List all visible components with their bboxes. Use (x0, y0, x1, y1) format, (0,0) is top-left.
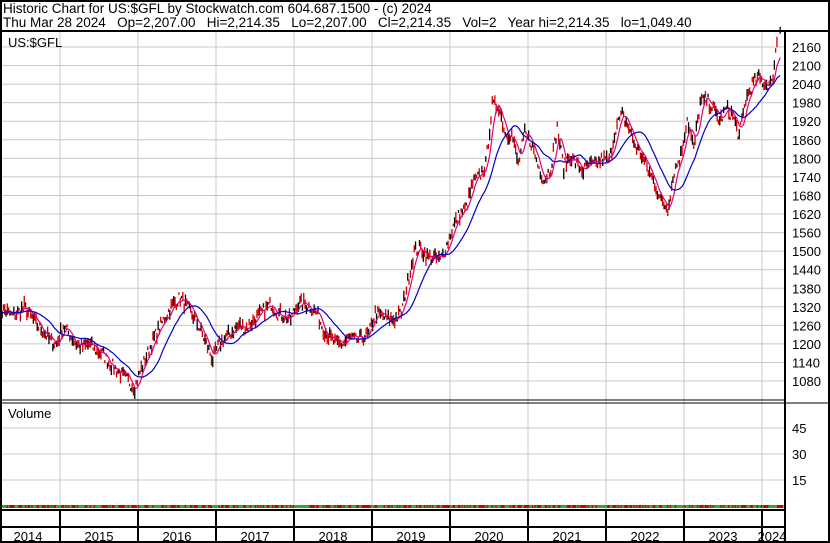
price-tick-label: 1140 (792, 355, 820, 370)
price-tick-label: 1560 (792, 226, 821, 241)
price-tick-label: 1620 (792, 207, 821, 222)
year-label: 2014 (14, 529, 43, 543)
price-tick-label: 1080 (792, 374, 821, 389)
volume-tick-label: 45 (792, 421, 806, 436)
year-label: 2018 (319, 529, 348, 543)
price-tick-label: 1380 (792, 281, 821, 296)
year-label: 2020 (475, 529, 504, 543)
year-label: 2023 (709, 529, 738, 543)
price-chart: 1080 1140 1200 1260 1320 1380 1440 1500 1560 1620… (0, 0, 830, 543)
volume-tick-label: 30 (792, 447, 806, 462)
price-tick-label: 1440 (792, 263, 821, 278)
price-tick-label: 2160 (792, 40, 821, 55)
year-label: 2022 (631, 529, 660, 543)
year-label: 2024 (758, 529, 787, 543)
price-tick-label: 1260 (792, 318, 821, 333)
price-tick-label: 2040 (792, 77, 821, 92)
volume-tick-label: 15 (792, 473, 806, 488)
volume-bar (776, 505, 784, 508)
price-tick-label: 1320 (792, 300, 821, 315)
price-tick-label: 1860 (792, 133, 821, 148)
year-label: 2016 (163, 529, 192, 543)
price-tick-label: 1800 (792, 151, 821, 166)
year-label: 2017 (241, 529, 270, 543)
year-label: 2015 (85, 529, 114, 543)
chart-frame (0, 0, 830, 543)
price-tick-label: 1200 (792, 337, 821, 352)
year-label: 2021 (553, 529, 582, 543)
price-tick-label: 1920 (792, 114, 821, 129)
price-tick-label: 1500 (792, 244, 821, 259)
price-tick-label: 2100 (792, 59, 821, 74)
price-tick-label: 1680 (792, 188, 821, 203)
volume-label: Volume (8, 406, 51, 421)
price-tick-label: 1740 (792, 170, 821, 185)
symbol-label: US:$GFL (8, 35, 62, 50)
chart-window: Historic Chart for US:$GFL by Stockwatch… (0, 0, 830, 543)
year-label: 2019 (397, 529, 426, 543)
long-moving-average-line (0, 74, 781, 378)
price-tick-label: 1980 (792, 96, 821, 111)
short-moving-average-line (0, 57, 781, 389)
